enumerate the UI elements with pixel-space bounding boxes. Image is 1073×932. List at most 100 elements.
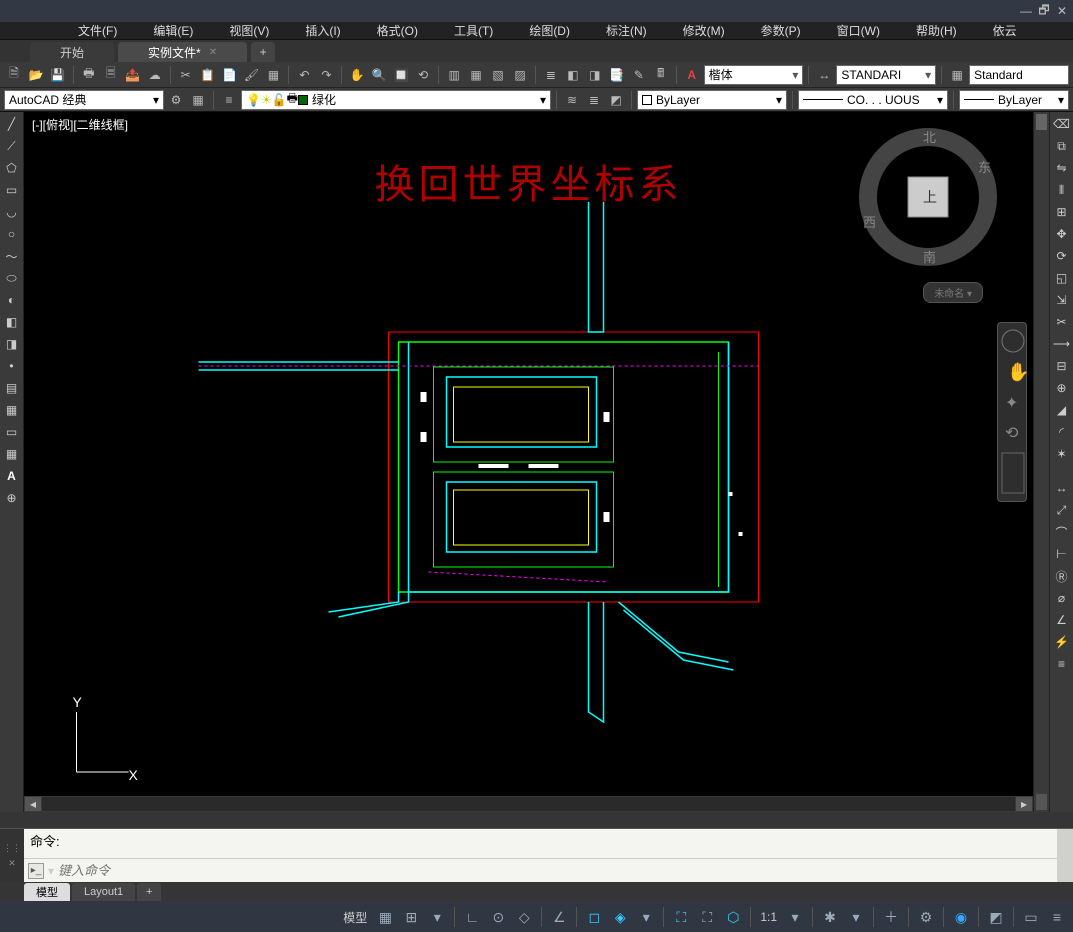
drawing-viewport[interactable]: [-][俯视][二维线框] 换回世界坐标系 <box>24 112 1033 812</box>
viewport1-icon[interactable]: ▥ <box>444 65 464 85</box>
paste-icon[interactable]: 📄 <box>220 65 240 85</box>
polyline-icon[interactable]: ⟋ <box>2 136 22 156</box>
menu-insert[interactable]: 插入(I) <box>287 22 358 39</box>
hardware-accel-icon[interactable]: ◉ <box>949 905 973 929</box>
snap-icon[interactable]: ⊞ <box>399 905 423 929</box>
layout-tab-layout1[interactable]: Layout1 <box>72 883 135 901</box>
scale-icon[interactable]: ◱ <box>1052 268 1072 288</box>
tab-active-file[interactable]: 实例文件* ✕ <box>118 42 247 62</box>
close-icon[interactable]: ✕ <box>1055 4 1069 18</box>
open-icon[interactable]: 📂 <box>26 65 46 85</box>
circle-icon[interactable]: ○ <box>2 224 22 244</box>
array-icon[interactable]: ⊞ <box>1052 202 1072 222</box>
scroll-down-icon[interactable] <box>1036 794 1047 810</box>
dropdown4-icon[interactable]: ▾ <box>844 905 868 929</box>
point-icon[interactable]: • <box>2 356 22 376</box>
stretch-icon[interactable]: ⇲ <box>1052 290 1072 310</box>
layer-manager-icon[interactable]: ≡ <box>219 90 239 110</box>
dim-baseline-icon[interactable]: ≡ <box>1052 654 1072 674</box>
sheetset-icon[interactable]: 📑 <box>607 65 627 85</box>
erase-icon[interactable]: ⌫ <box>1052 114 1072 134</box>
trim-icon[interactable]: ✂ <box>1052 312 1072 332</box>
tool-palette-icon[interactable]: ◨ <box>585 65 605 85</box>
menu-format[interactable]: 格式(O) <box>359 22 436 39</box>
command-scrollbar[interactable] <box>1057 829 1073 882</box>
dim-angular-icon[interactable]: ∠ <box>1052 610 1072 630</box>
design-center-icon[interactable]: ◧ <box>563 65 583 85</box>
layout-tab-add[interactable]: + <box>137 883 161 901</box>
gradient-icon[interactable]: ▦ <box>2 400 22 420</box>
add-selected-icon[interactable]: ⊕ <box>2 488 22 508</box>
table-style-select[interactable]: Standard <box>969 65 1069 85</box>
pan-icon[interactable]: ✋ <box>347 65 367 85</box>
annotation-icon[interactable]: ✱ <box>818 905 842 929</box>
layer-iso-icon[interactable]: ◩ <box>606 90 626 110</box>
rectangle-icon[interactable]: ▭ <box>2 180 22 200</box>
customize-icon[interactable]: ≡ <box>1045 905 1069 929</box>
grid-icon[interactable]: ▦ <box>373 905 397 929</box>
make-block-icon[interactable]: ◨ <box>2 334 22 354</box>
table-style-icon[interactable]: ▦ <box>947 65 967 85</box>
chamfer-icon[interactable]: ◢ <box>1052 400 1072 420</box>
publish-icon[interactable]: 📤 <box>123 65 143 85</box>
menu-view[interactable]: 视图(V) <box>211 22 287 39</box>
menu-dimension[interactable]: 标注(N) <box>588 22 665 39</box>
dim-radius-icon[interactable]: Ⓡ <box>1052 566 1072 586</box>
dyn-ucs-icon[interactable]: ⛶ <box>695 905 719 929</box>
menu-edit[interactable]: 编辑(E) <box>135 22 211 39</box>
osnap3d-icon[interactable]: ◈ <box>608 905 632 929</box>
menu-tools[interactable]: 工具(T) <box>436 22 511 39</box>
menu-modify[interactable]: 修改(M) <box>665 22 743 39</box>
text-icon[interactable]: A <box>2 466 22 486</box>
menu-parametric[interactable]: 参数(P) <box>743 22 819 39</box>
spline-icon[interactable]: ～ <box>2 246 22 266</box>
viewcube[interactable]: 上 北 东 南 西 <box>853 122 1003 272</box>
color-select[interactable]: ByLayer ▾ <box>637 90 787 110</box>
layer-prev-icon[interactable]: ≋ <box>562 90 582 110</box>
mirror-icon[interactable]: ⇋ <box>1052 158 1072 178</box>
break-icon[interactable]: ⊟ <box>1052 356 1072 376</box>
menu-draw[interactable]: 绘图(D) <box>511 22 588 39</box>
workspace-select[interactable]: AutoCAD 经典▾ <box>4 90 164 110</box>
print-icon[interactable]: 🖶 <box>79 65 99 85</box>
dropdown2-icon[interactable]: ▾ <box>634 905 658 929</box>
layer-select[interactable]: 💡 ☀ 🔓 🖶 绿化 ▾ <box>241 90 551 110</box>
tab-start[interactable]: 开始 <box>30 42 114 62</box>
iso-icon[interactable]: ◇ <box>512 905 536 929</box>
menu-file[interactable]: 文件(F) <box>60 22 135 39</box>
vertical-scrollbar[interactable] <box>1033 112 1049 812</box>
offset-icon[interactable]: ⫴ <box>1052 180 1072 200</box>
cloud-icon[interactable]: ☁ <box>145 65 165 85</box>
workspace-save-icon[interactable]: ▦ <box>188 90 208 110</box>
zoom-window-icon[interactable]: 🔲 <box>391 65 411 85</box>
status-model-label[interactable]: 模型 <box>339 909 371 926</box>
zoom-icon[interactable]: 🔍 <box>369 65 389 85</box>
ucs-icon[interactable]: ⛶ <box>669 905 693 929</box>
markup-icon[interactable]: ✎ <box>629 65 649 85</box>
text-style-anchor-icon[interactable]: A <box>682 65 702 85</box>
move-icon[interactable]: ✥ <box>1052 224 1072 244</box>
dim-aligned-icon[interactable]: ⤢ <box>1052 500 1072 520</box>
ortho-icon[interactable]: ∟ <box>460 905 484 929</box>
command-handle[interactable]: ⋮⋮ ✕ <box>0 829 24 882</box>
menu-yiyun[interactable]: 依云 <box>975 22 1035 39</box>
restore-icon[interactable]: 🗗 <box>1037 4 1051 18</box>
close-tab-icon[interactable]: ✕ <box>209 47 217 58</box>
hatch-icon[interactable]: ▤ <box>2 378 22 398</box>
line-icon[interactable]: ╱ <box>2 114 22 134</box>
block-icon[interactable]: ▦ <box>263 65 283 85</box>
status-scale[interactable]: 1:1 <box>756 910 781 924</box>
dim-linear-icon[interactable]: ↔ <box>1052 478 1072 498</box>
workspace-settings-icon[interactable]: ⚙ <box>166 90 186 110</box>
undo-icon[interactable]: ↶ <box>294 65 314 85</box>
dim-arc-icon[interactable]: ⌒ <box>1052 522 1072 542</box>
fillet-icon[interactable]: ◜ <box>1052 422 1072 442</box>
ellipse-icon[interactable]: ⬭ <box>2 268 22 288</box>
osnap-track-icon[interactable]: ∠ <box>547 905 571 929</box>
add-scale-icon[interactable]: ＋ <box>879 905 903 929</box>
insert-block-icon[interactable]: ◧ <box>2 312 22 332</box>
command-input[interactable] <box>58 863 1053 878</box>
lineweight-select[interactable]: ByLayer ▾ <box>959 90 1069 110</box>
osnap-icon[interactable]: ◻ <box>582 905 606 929</box>
match-icon[interactable]: 🖌 <box>242 65 262 85</box>
